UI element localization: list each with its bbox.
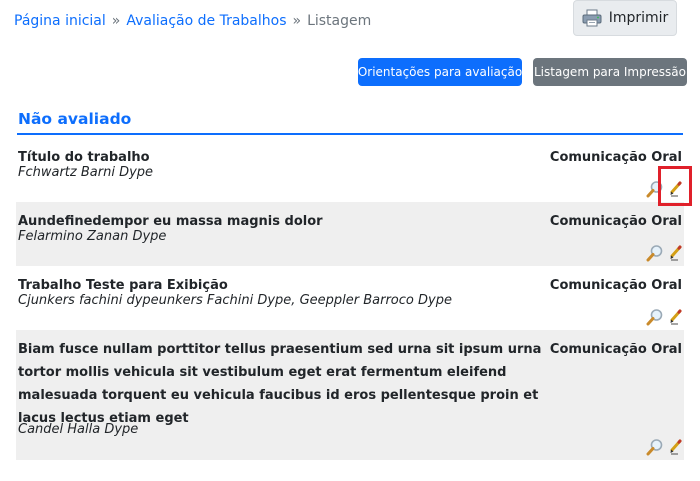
section-divider bbox=[17, 133, 683, 135]
work-type: Comunicação Oral bbox=[549, 214, 682, 229]
edit-highlight-box bbox=[658, 166, 692, 206]
work-row: Trabalho Teste para Exibição Cjunkers fa… bbox=[16, 266, 684, 330]
print-list-button[interactable]: Listagem para Impressão bbox=[533, 58, 687, 86]
work-row: Título do trabalho Fchwartz Barni Dype C… bbox=[16, 138, 684, 202]
print-button[interactable]: Imprimir bbox=[573, 0, 677, 36]
work-authors: Fchwartz Barni Dype bbox=[18, 165, 154, 180]
section-title: Não avaliado bbox=[18, 110, 132, 128]
printer-icon bbox=[582, 9, 602, 27]
row-actions bbox=[646, 308, 682, 326]
magnifier-icon[interactable] bbox=[646, 438, 664, 456]
magnifier-icon[interactable] bbox=[646, 244, 664, 262]
print-button-label: Imprimir bbox=[608, 10, 669, 26]
pencil-icon[interactable] bbox=[668, 439, 682, 455]
work-authors: Felarmino Zanan Dype bbox=[18, 229, 167, 244]
breadcrumb-separator: » bbox=[292, 13, 302, 29]
magnifier-icon[interactable] bbox=[646, 308, 664, 326]
row-actions bbox=[646, 244, 682, 262]
breadcrumb-current: Listagem bbox=[307, 13, 372, 29]
breadcrumb-home-link[interactable]: Página inicial bbox=[14, 13, 106, 29]
work-type: Comunicação Oral bbox=[549, 342, 682, 357]
row-actions bbox=[646, 438, 682, 456]
pencil-icon[interactable] bbox=[668, 309, 682, 325]
work-authors: Candel Halla Dype bbox=[18, 422, 139, 437]
breadcrumb-section-link[interactable]: Avaliação de Trabalhos bbox=[126, 13, 286, 29]
breadcrumb: Página inicial » Avaliação de Trabalhos » Li… bbox=[14, 13, 371, 29]
pencil-icon[interactable] bbox=[668, 245, 682, 261]
breadcrumb-separator: » bbox=[111, 13, 121, 29]
work-title: Biam fusce nullam porttitor tellus praes… bbox=[18, 342, 542, 426]
work-type: Comunicação Oral bbox=[549, 278, 682, 293]
orientations-button[interactable]: Orientações para avaliação bbox=[358, 58, 522, 86]
work-row: Biam fusce nullam porttitor tellus praes… bbox=[16, 330, 684, 460]
work-authors: Cjunkers fachini dypeunkers Fachini Dype… bbox=[18, 293, 452, 308]
work-row: Aundefinedempor eu massa magnis dolor Fe… bbox=[16, 202, 684, 266]
